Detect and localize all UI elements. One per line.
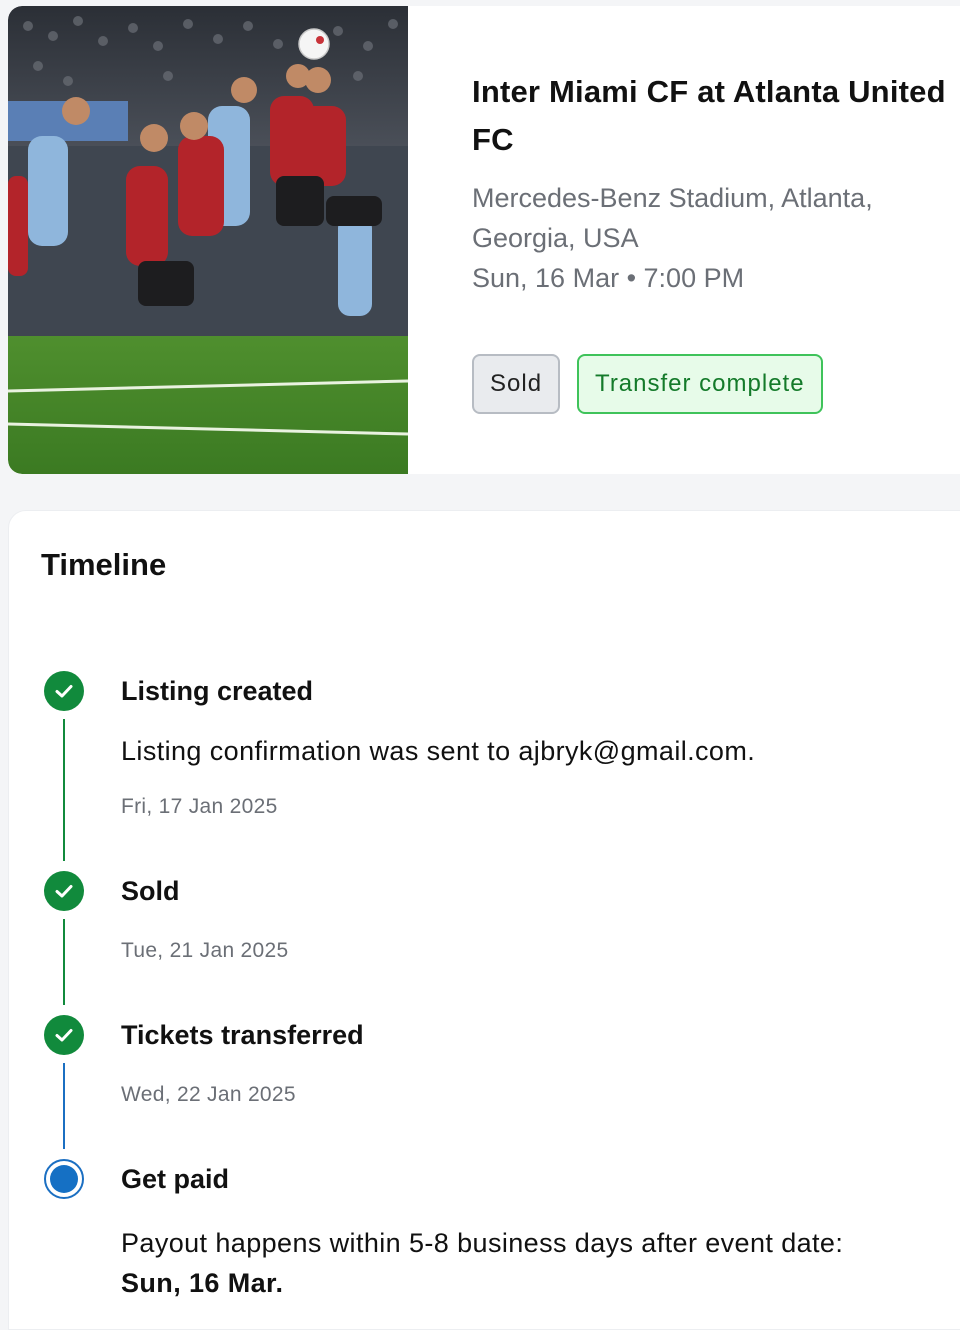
step-description: Payout happens within 5-8 business days … [121, 1223, 881, 1303]
check-circle-icon [44, 671, 84, 711]
step-title: Sold [121, 876, 180, 906]
status-badges: Sold Transfer complete [472, 354, 952, 414]
step-title: Tickets transferred [121, 1020, 364, 1050]
check-circle-icon [44, 871, 84, 911]
sold-badge: Sold [472, 354, 561, 414]
timeline-heading: Timeline [41, 547, 167, 582]
timeline-card: Timeline Listing created Listing confirm… [8, 510, 960, 1330]
check-circle-icon [44, 1015, 84, 1055]
step-title: Listing created [121, 676, 314, 706]
radio-dot-icon [44, 1159, 84, 1199]
event-image [8, 6, 408, 474]
event-title: Inter Miami CF at Atlanta United FC [472, 74, 946, 157]
timeline-connector [63, 719, 65, 861]
event-info: Inter Miami CF at Atlanta United FC Merc… [472, 68, 952, 414]
step-description: Listing confirmation was sent to ajbryk@… [121, 736, 756, 766]
event-datetime: Sun, 16 Mar • 7:00 PM [472, 263, 745, 293]
transfer-complete-badge: Transfer complete [577, 354, 823, 414]
event-card: Inter Miami CF at Atlanta United FC Merc… [8, 6, 960, 474]
event-photo [8, 6, 408, 474]
timeline-connector [63, 919, 65, 1005]
step-date: Wed, 22 Jan 2025 [121, 1083, 296, 1106]
event-venue: Mercedes-Benz Stadium, Atlanta, Georgia,… [472, 183, 873, 253]
step-date: Tue, 21 Jan 2025 [121, 939, 289, 962]
step-title: Get paid [121, 1164, 230, 1194]
ball-icon [298, 28, 330, 60]
timeline-connector [63, 1063, 65, 1149]
payout-date: Sun, 16 Mar. [121, 1268, 284, 1298]
step-date: Fri, 17 Jan 2025 [121, 795, 278, 818]
payout-text: Payout happens within 5-8 business days … [121, 1228, 844, 1258]
